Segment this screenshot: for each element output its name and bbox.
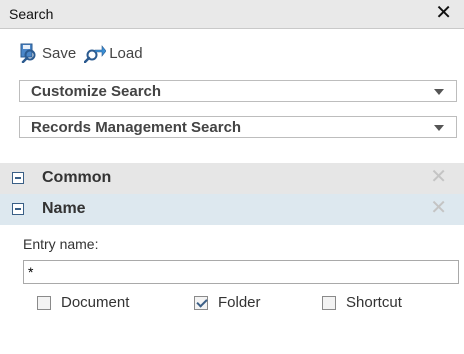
chevron-down-icon [434,89,444,95]
collapse-icon[interactable] [12,203,24,215]
chevron-down-icon [434,125,444,131]
remove-section-icon[interactable]: ✕ [430,166,447,188]
load-label: Load [109,44,143,62]
section-name-title: Name [42,200,86,217]
entry-name-input[interactable] [23,260,459,284]
customize-search-dropdown[interactable]: Customize Search [19,80,457,102]
entry-name-label: Entry name: [23,236,99,252]
load-search-icon [84,45,107,63]
panel-title: Search [9,6,54,22]
checkbox-box[interactable] [194,295,208,310]
save-search-icon [20,43,36,63]
load-button[interactable]: Load [84,43,143,63]
document-checkbox[interactable]: Document [37,294,129,311]
checkbox-box[interactable] [322,295,336,310]
save-label: Save [42,44,77,62]
collapse-icon[interactable] [12,172,24,184]
search-type-dropdown[interactable]: Records Management Search [19,116,457,138]
section-common-title: Common [42,169,112,186]
shortcut-checkbox[interactable]: Shortcut [322,294,402,311]
document-checkbox-label: Document [61,294,130,311]
section-name: Name ✕ [0,194,464,225]
remove-section-icon[interactable]: ✕ [430,197,447,219]
close-icon[interactable]: ✕ [435,2,452,24]
panel-title-bar: Search ✕ [0,0,464,29]
customize-search-label: Customize Search [31,83,162,100]
checkmark-icon [196,295,208,308]
search-type-label: Records Management Search [31,119,242,136]
shortcut-checkbox-label: Shortcut [346,294,402,311]
save-button[interactable]: Save [17,43,76,63]
folder-checkbox-label: Folder [218,294,261,311]
folder-checkbox[interactable]: Folder [194,294,261,311]
search-toolbar: Save Load [17,42,151,64]
section-common: Common ✕ [0,163,464,194]
checkbox-box[interactable] [37,295,51,310]
